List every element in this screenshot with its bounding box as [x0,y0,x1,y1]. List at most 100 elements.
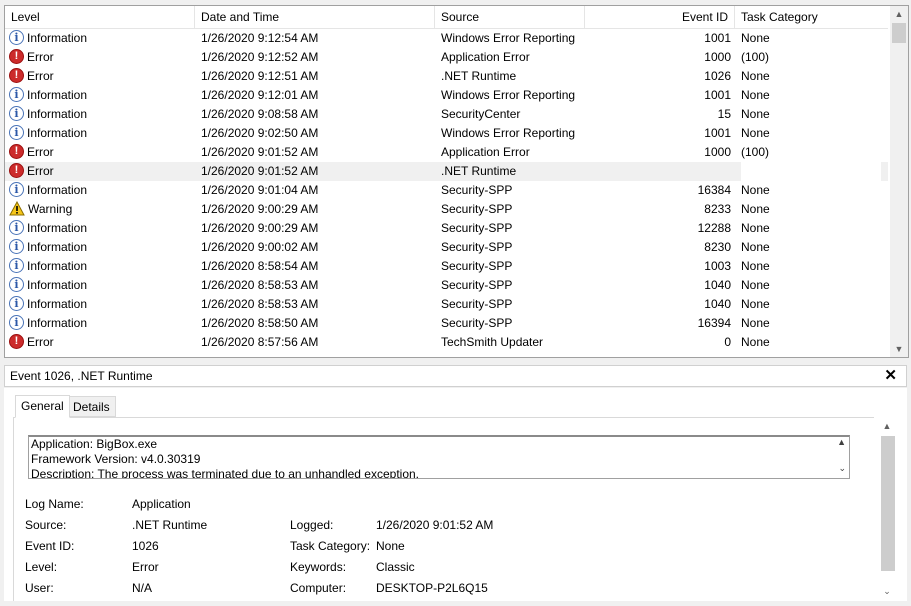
column-header-level[interactable]: Level [5,6,195,28]
cell-source: .NET Runtime [441,164,517,178]
error-icon: ! [9,334,24,350]
description-line: Framework Version: v4.0.30319 [31,452,201,466]
cell-date: 1/26/2020 9:12:54 AM [201,31,319,45]
scroll-thumb[interactable] [881,436,895,571]
cell-level: i Information [9,295,195,314]
table-row[interactable]: i Information 1/26/2020 9:00:29 AM Security… [5,219,888,238]
table-row[interactable]: ! Error 1/26/2020 9:01:52 AM .NET Runtime [5,162,888,181]
level-text: Error [27,50,54,64]
table-row[interactable]: i Information 1/26/2020 9:12:01 AM Windows … [5,86,888,105]
cell-level: i Information [9,29,195,48]
cell-task-category: None [741,202,770,216]
table-row[interactable]: ! Error 1/26/2020 9:12:52 AM Application Er… [5,48,888,67]
column-header-source[interactable]: Source [435,6,585,28]
scroll-thumb[interactable] [892,23,906,43]
scroll-up-icon[interactable]: ▲ [890,6,908,22]
cell-level: ! Error [9,67,195,86]
tab-details[interactable]: Details [67,396,116,417]
computer-value: DESKTOP-P2L6Q15 [376,581,488,595]
user-value: N/A [132,581,153,595]
cell-source: SecurityCenter [441,107,521,121]
table-row[interactable]: i Information 1/26/2020 8:58:50 AM Security… [5,314,888,333]
cell-date: 1/26/2020 9:00:29 AM [201,221,319,235]
tab-general[interactable]: General [15,395,70,418]
detail-scrollbar[interactable]: ▲ ⌄ [878,418,896,601]
information-icon: i [9,125,24,141]
event-rows: i Information 1/26/2020 9:12:54 AM Windows … [5,29,888,352]
cell-event-id: 8233 [704,202,731,216]
scroll-up-icon[interactable]: ▲ [878,418,896,434]
cell-date: 1/26/2020 9:00:02 AM [201,240,319,254]
level-text: Error [27,335,54,349]
logged-value: 1/26/2020 9:01:52 AM [376,518,494,532]
cell-source: Application Error [441,145,530,159]
table-row[interactable]: i Information 1/26/2020 9:00:02 AM Security… [5,238,888,257]
cell-task-category: None [741,88,770,102]
table-row[interactable]: ! Error 1/26/2020 8:57:56 AM TechSmith Upda… [5,333,888,352]
chevron-up-icon[interactable]: ▲ [837,437,846,447]
list-scrollbar[interactable]: ▲ ▼ [890,6,908,357]
table-row[interactable]: i Information 1/26/2020 8:58:54 AM Security… [5,257,888,276]
cell-level: i Information [9,105,195,124]
table-row[interactable]: i Information 1/26/2020 9:08:58 AM Security… [5,105,888,124]
information-icon: i [9,277,24,293]
cell-level: i Information [9,181,195,200]
cell-task-category: (100) [741,50,770,64]
scroll-down-icon[interactable]: ⌄ [878,583,896,599]
column-header-event-id[interactable]: Event ID [585,6,735,28]
source-label: Source: [25,518,67,532]
scroll-down-icon[interactable]: ▼ [890,341,908,357]
cell-level: i Information [9,86,195,105]
cell-task-category: None [741,240,770,254]
cell-date: 1/26/2020 9:08:58 AM [201,107,319,121]
cell-event-id: 16394 [697,316,731,330]
table-row[interactable]: i Information 1/26/2020 8:58:53 AM Security… [5,276,888,295]
cell-level: i Information [9,219,195,238]
cell-source: Security-SPP [441,202,513,216]
table-row[interactable]: i Information 1/26/2020 8:58:53 AM Security… [5,295,888,314]
column-header-date[interactable]: Date and Time [195,6,435,28]
cell-source: Security-SPP [441,221,513,235]
cell-task-category: None [741,69,770,83]
cell-task-category: None [741,278,770,292]
cell-date: 1/26/2020 8:58:54 AM [201,259,319,273]
event-id-label: Event ID: [25,539,75,553]
cell-level: i Information [9,276,195,295]
table-row[interactable]: i Information 1/26/2020 9:01:04 AM Security… [5,181,888,200]
level-text: Information [27,316,88,330]
table-row[interactable]: i Information 1/26/2020 9:12:54 AM Windows … [5,29,888,48]
cell-date: 1/26/2020 9:12:51 AM [201,69,319,83]
table-row[interactable]: ! Error 1/26/2020 9:01:52 AM Application Er… [5,143,888,162]
level-text: Information [27,88,88,102]
information-icon: i [9,296,24,312]
log-name-value: Application [132,497,191,511]
cell-event-id: 1001 [704,31,731,45]
close-icon[interactable]: ✕ [884,366,897,386]
cell-task-category: (100) [741,145,770,159]
cell-source: Windows Error Reporting [441,88,576,102]
information-icon: i [9,220,24,236]
chevron-down-icon[interactable]: ⌄ [838,463,846,474]
cell-source: Security-SPP [441,183,513,197]
table-row[interactable]: Warning 1/26/2020 9:00:29 AM Security-SPP 8… [5,200,888,219]
cell-source: Application Error [441,50,530,64]
user-label: User: [25,581,54,595]
level-text: Information [27,221,88,235]
cell-date: 1/26/2020 8:57:56 AM [201,335,319,349]
cell-task-category: None [741,259,770,273]
information-icon: i [9,239,24,255]
cell-date: 1/26/2020 9:12:52 AM [201,50,319,64]
cell-level: ! Error [9,333,195,352]
description-box[interactable]: Application: BigBox.exe Framework Versio… [28,435,850,479]
cell-date: 1/26/2020 8:58:50 AM [201,316,319,330]
cell-level: i Information [9,314,195,333]
table-row[interactable]: ! Error 1/26/2020 9:12:51 AM .NET Runtime 10… [5,67,888,86]
cell-source: Security-SPP [441,316,513,330]
logged-label: Logged: [290,518,334,532]
cell-event-id: 1040 [704,278,731,292]
table-row[interactable]: i Information 1/26/2020 9:02:50 AM Windows … [5,124,888,143]
level-text: Error [27,69,54,83]
detail-header: Event 1026, .NET Runtime ✕ [4,365,907,387]
cell-event-id: 1000 [704,50,731,64]
column-header-task-category[interactable]: Task Category [735,6,888,28]
